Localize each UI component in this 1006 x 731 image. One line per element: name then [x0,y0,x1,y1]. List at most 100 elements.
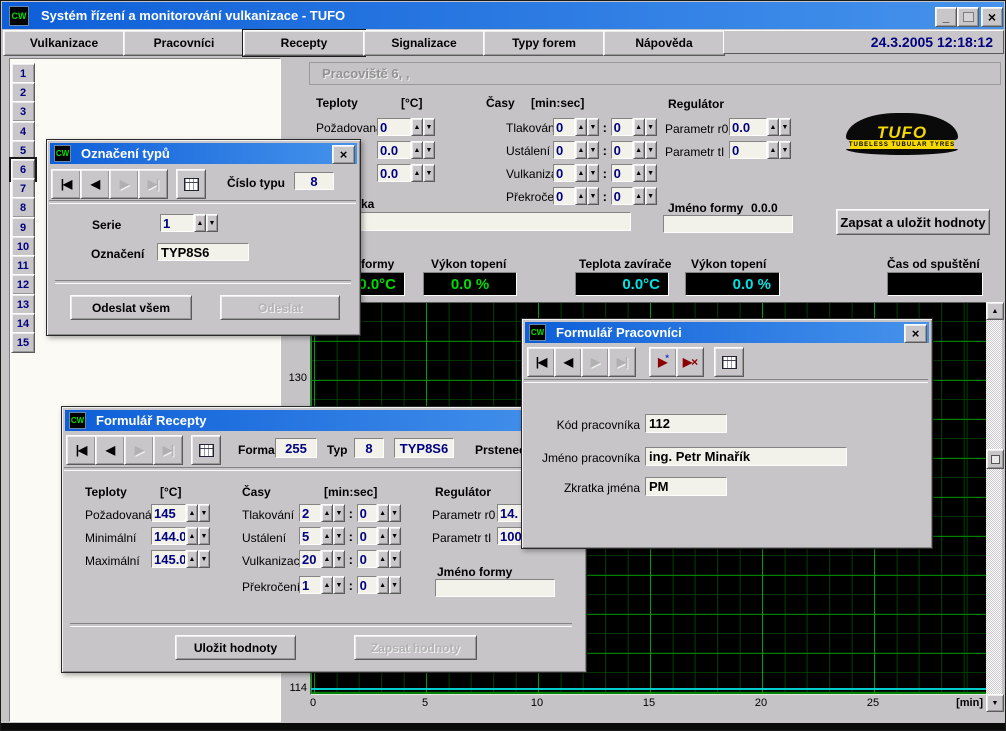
spin-down-button[interactable]: ▼ [645,118,657,136]
spin-down-button[interactable]: ▼ [389,550,401,568]
spin-up-button[interactable]: ▲ [767,141,779,159]
tlakovani-spinner[interactable]: 2 ▲▼ : 0 ▲▼ [299,504,401,522]
nav-next-button[interactable]: ▶ [581,347,609,377]
cas-tlakovani-spinner[interactable]: 0 ▲▼ : 0 ▲▼ [553,118,657,136]
spin-down-button[interactable]: ▼ [587,118,599,136]
nav-last-button[interactable]: ▶| [608,347,636,377]
station-button-5[interactable]: 5 [11,140,35,161]
station-button-14[interactable]: 14 [11,313,35,334]
ustaleni-spinner[interactable]: 5 ▲▼ : 0 ▲▼ [299,527,401,545]
scrollbar-thumb[interactable] [986,449,1004,469]
spin-down-button[interactable]: ▼ [587,164,599,182]
nav-delete-record-button[interactable]: ▶× [676,347,704,377]
maximalni-spinner[interactable]: 145.0 ▲▼ [151,550,210,568]
spin-up-button[interactable]: ▲ [321,527,333,545]
nav-first-button[interactable]: |◀ [527,347,555,377]
menu-signalizace[interactable]: Signalizace [363,30,485,56]
station-button-7[interactable]: 7 [11,178,35,199]
nav-prev-button[interactable]: ◀ [554,347,582,377]
nav-grid-button[interactable] [714,347,744,377]
spin-up-button[interactable]: ▲ [194,214,206,232]
menu-pracovnici[interactable]: Pracovníci [123,30,245,56]
spin-up-button[interactable]: ▲ [411,118,423,136]
spin-up-button[interactable]: ▲ [186,550,198,568]
spin-down-button[interactable]: ▼ [779,141,791,159]
jmeno-formy-field[interactable] [435,579,555,597]
spin-up-button[interactable]: ▲ [767,118,779,136]
odeslat-vsem-button[interactable]: Odeslat všem [70,295,192,320]
station-button-4[interactable]: 4 [11,121,35,142]
dialog-close-button[interactable]: × [904,324,927,343]
spin-up-button[interactable]: ▲ [575,164,587,182]
parametr-ti-spinner[interactable]: 0 ▲▼ [729,141,791,159]
zapsat-hodnoty-button[interactable]: Zapsat hodnoty [354,635,477,660]
spin-down-button[interactable]: ▼ [333,527,345,545]
spin-up-button[interactable]: ▲ [411,164,423,182]
spin-up-button[interactable]: ▲ [377,504,389,522]
spin-down-button[interactable]: ▼ [423,141,435,159]
spin-up-button[interactable]: ▲ [575,141,587,159]
spin-up-button[interactable]: ▲ [186,527,198,545]
spin-up-button[interactable]: ▲ [411,141,423,159]
pozadovana-spinner[interactable]: 145 ▲▼ [151,504,210,522]
station-button-12[interactable]: 12 [11,274,35,295]
nav-first-button[interactable]: |◀ [66,435,96,465]
parametr-r0-spinner[interactable]: 0.0 ▲▼ [729,118,791,136]
serie-spinner[interactable]: 1 ▲▼ [160,214,218,232]
spin-down-button[interactable]: ▼ [389,527,401,545]
spin-down-button[interactable]: ▼ [587,187,599,205]
spin-down-button[interactable]: ▼ [198,504,210,522]
station-button-9[interactable]: 9 [11,217,35,238]
spin-up-button[interactable]: ▲ [321,550,333,568]
nav-grid-button[interactable] [191,435,221,465]
spin-up-button[interactable]: ▲ [633,164,645,182]
spin-down-button[interactable]: ▼ [423,164,435,182]
station-button-15[interactable]: 15 [11,332,35,353]
nav-prev-button[interactable]: ◀ [80,169,110,199]
station-button-11[interactable]: 11 [11,255,35,276]
nav-last-button[interactable]: ▶| [138,169,168,199]
spin-down-button[interactable]: ▼ [779,118,791,136]
minimize-button[interactable]: _ [935,7,957,27]
menu-vulkanizace[interactable]: Vulkanizace [3,30,125,56]
nav-first-button[interactable]: |◀ [51,169,81,199]
spin-down-button[interactable]: ▼ [333,550,345,568]
spin-down-button[interactable]: ▼ [198,527,210,545]
station-button-6[interactable]: 6 [11,159,35,180]
kod-pracovnika-field[interactable]: 112 [645,414,727,433]
spin-down-button[interactable]: ▼ [423,118,435,136]
station-button-10[interactable]: 10 [11,236,35,257]
prekroceni-spinner[interactable]: 1 ▲▼ : 0 ▲▼ [299,576,401,594]
spin-up-button[interactable]: ▲ [377,550,389,568]
spin-up-button[interactable]: ▲ [575,118,587,136]
nav-insert-record-button[interactable]: ▶* [649,347,677,377]
teplota-pozadovana-spinner[interactable]: 0 ▲▼ [377,118,435,136]
scroll-down-button[interactable]: ▼ [986,694,1004,712]
spin-down-button[interactable]: ▼ [333,504,345,522]
spin-up-button[interactable]: ▲ [633,141,645,159]
zkratka-jmena-field[interactable]: PM [645,477,727,496]
spin-up-button[interactable]: ▲ [186,504,198,522]
nav-next-button[interactable]: ▶ [124,435,154,465]
station-button-13[interactable]: 13 [11,294,35,315]
chart-scrollbar[interactable]: ▲ ▼ [986,302,1002,712]
nav-grid-button[interactable] [176,169,206,199]
spin-down-button[interactable]: ▼ [206,214,218,232]
scroll-up-button[interactable]: ▲ [986,302,1004,320]
scrollbar-track[interactable] [986,318,1002,696]
cas-vulkanizace-spinner[interactable]: 0 ▲▼ : 0 ▲▼ [553,164,657,182]
odeslat-button[interactable]: Odeslat [220,295,340,320]
nav-next-button[interactable]: ▶ [109,169,139,199]
station-button-2[interactable]: 2 [11,82,35,103]
zapsat-ulozit-button[interactable]: Zapsat a uložit hodnoty [836,209,990,235]
cas-ustaleni-spinner[interactable]: 0 ▲▼ : 0 ▲▼ [553,141,657,159]
oznaceni-field[interactable]: TYP8S6 [157,243,249,261]
maximize-button[interactable] [957,7,979,27]
ulozit-hodnoty-button[interactable]: Uložit hodnoty [175,635,296,660]
spin-down-button[interactable]: ▼ [198,550,210,568]
spin-down-button[interactable]: ▼ [645,187,657,205]
station-button-3[interactable]: 3 [11,101,35,122]
cas-prekroceni-spinner[interactable]: 0 ▲▼ : 0 ▲▼ [553,187,657,205]
spin-up-button[interactable]: ▲ [321,504,333,522]
spin-down-button[interactable]: ▼ [333,576,345,594]
